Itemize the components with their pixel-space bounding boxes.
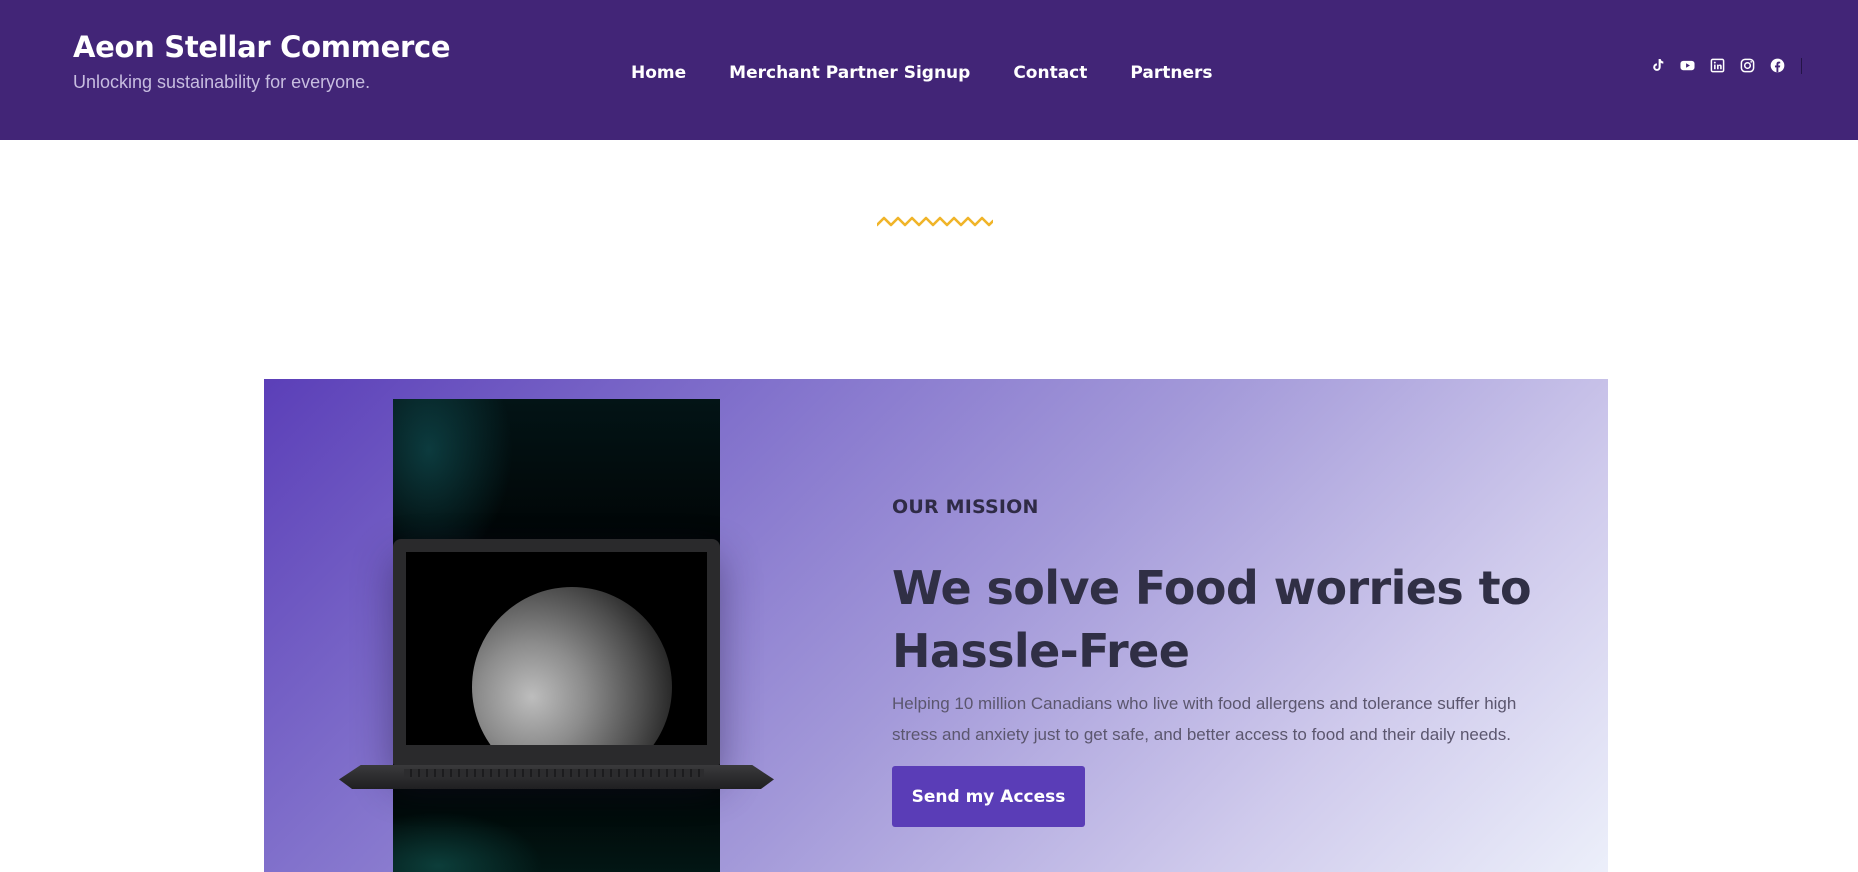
facebook-icon[interactable] <box>1769 57 1786 74</box>
mission-description: Helping 10 million Canadians who live wi… <box>892 694 1517 744</box>
site-title[interactable]: Aeon Stellar Commerce <box>73 30 451 64</box>
send-my-access-button[interactable]: Send my Access <box>892 766 1085 827</box>
social-links <box>1649 57 1786 74</box>
laptop-lid <box>393 539 720 765</box>
main-nav: Home Merchant Partner Signup Contact Par… <box>631 63 1213 83</box>
youtube-icon[interactable] <box>1679 57 1696 74</box>
mission-section: OUR MISSION We solve Food worries to Has… <box>264 379 1608 872</box>
nav-contact[interactable]: Contact <box>1013 63 1087 83</box>
instagram-icon[interactable] <box>1739 57 1756 74</box>
nav-home[interactable]: Home <box>631 63 686 83</box>
brand: Aeon Stellar Commerce Unlocking sustaina… <box>73 30 451 93</box>
zigzag-divider-icon <box>877 216 993 227</box>
nav-merchant-partner-signup[interactable]: Merchant Partner Signup <box>729 63 970 83</box>
linkedin-icon[interactable] <box>1709 57 1726 74</box>
site-tagline: Unlocking sustainability for everyone. <box>73 72 371 92</box>
mission-eyebrow: OUR MISSION <box>892 496 1039 518</box>
laptop-keyboard <box>404 769 704 777</box>
laptop-illustration <box>324 539 794 839</box>
mission-content: OUR MISSION We solve Food worries to Has… <box>892 496 1572 827</box>
moon-image <box>472 587 672 745</box>
header-divider <box>1801 58 1802 74</box>
laptop-screen <box>406 552 707 745</box>
tiktok-icon[interactable] <box>1649 57 1666 74</box>
mission-heading: We solve Food worries to Hassle-Free <box>892 561 1532 678</box>
site-header: Aeon Stellar Commerce Unlocking sustaina… <box>0 0 1858 140</box>
nav-partners[interactable]: Partners <box>1130 63 1212 83</box>
